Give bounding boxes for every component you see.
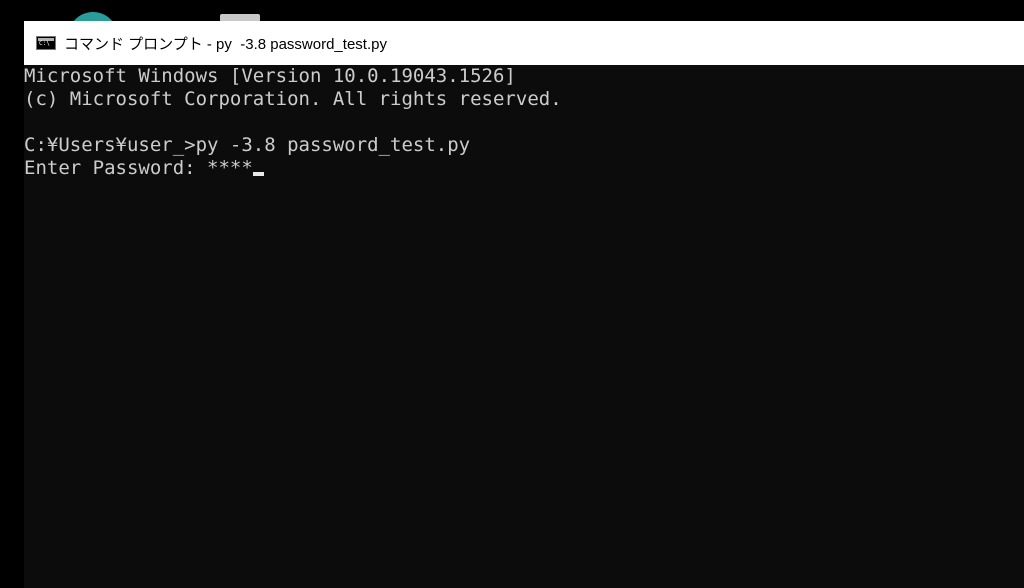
cmd-icon[interactable] <box>36 36 56 50</box>
desktop: コマンド プロンプト - py -3.8 password_test.py Mi… <box>0 0 1024 588</box>
console-line-blank <box>24 111 1024 134</box>
console-line-command: C:¥Users¥user_>py -3.8 password_test.py <box>24 134 471 156</box>
console-line-copyright: (c) Microsoft Corporation. All rights re… <box>24 88 562 110</box>
console-output[interactable]: Microsoft Windows [Version 10.0.19043.15… <box>24 65 1024 588</box>
window-title: コマンド プロンプト - py -3.8 password_test.py <box>64 35 387 53</box>
console-line-version: Microsoft Windows [Version 10.0.19043.15… <box>24 65 516 87</box>
text-cursor <box>252 172 264 176</box>
command-prompt-window[interactable]: コマンド プロンプト - py -3.8 password_test.py Mi… <box>24 21 1024 588</box>
console-line-password-prompt: Enter Password: **** <box>24 157 1024 180</box>
title-bar[interactable]: コマンド プロンプト - py -3.8 password_test.py <box>24 21 1024 65</box>
password-prompt-text: Enter Password: **** <box>24 157 253 179</box>
